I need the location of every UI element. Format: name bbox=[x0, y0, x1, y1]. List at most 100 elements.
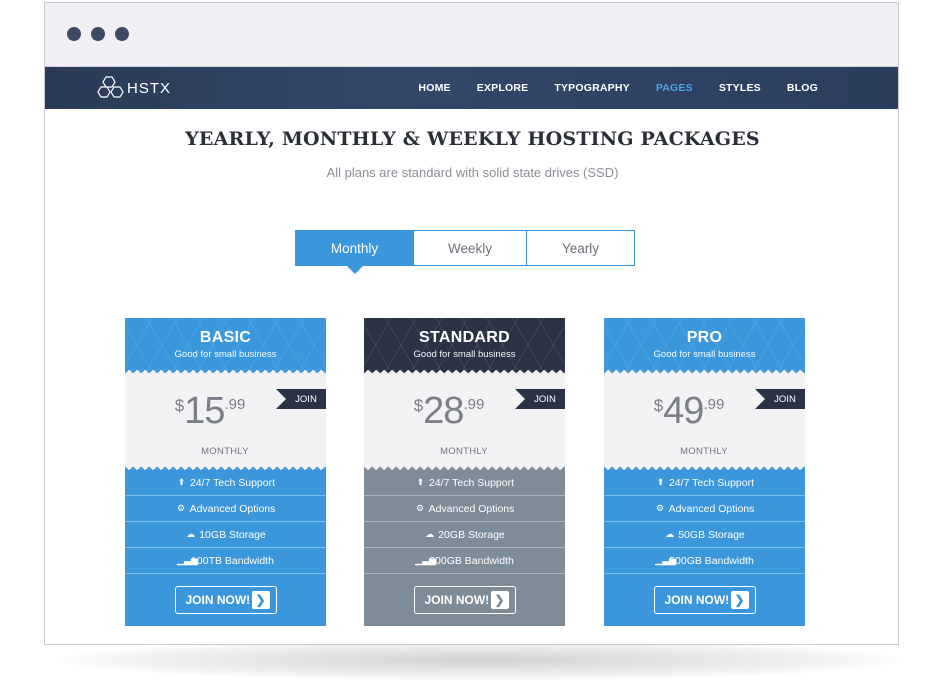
plan-feature: ⬆ 24/7 Tech Support bbox=[604, 470, 805, 496]
plan-footer: JOIN NOW! ❯ bbox=[125, 574, 326, 626]
plan-price: $15.99 bbox=[125, 390, 295, 433]
feature-label: 200GB Bandwidth bbox=[429, 554, 514, 567]
nav-item-explore[interactable]: EXPLORE bbox=[477, 82, 529, 94]
plan-tagline: Good for small business bbox=[653, 349, 756, 360]
tab-weekly[interactable]: Weekly bbox=[414, 230, 527, 266]
plan-feature: ☁ 50GB Storage bbox=[604, 522, 805, 548]
price-cents: .99 bbox=[463, 396, 485, 413]
join-now-button[interactable]: JOIN NOW! ❯ bbox=[653, 586, 756, 614]
nav-item-pages[interactable]: PAGES bbox=[656, 82, 693, 94]
page-subtitle: All plans are standard with solid state … bbox=[326, 165, 619, 180]
feature-label: 100TB Bandwidth bbox=[191, 554, 274, 567]
price-period: MONTHLY bbox=[201, 446, 249, 457]
cloud-icon: ☁ bbox=[665, 529, 675, 539]
nav-item-home[interactable]: HOME bbox=[418, 82, 450, 94]
window-dot-1[interactable] bbox=[67, 27, 81, 41]
chevron-right-icon: ❯ bbox=[490, 591, 509, 609]
window-dot-3[interactable] bbox=[115, 27, 129, 41]
cloud-icon: ☁ bbox=[186, 529, 196, 539]
chevron-right-icon: ❯ bbox=[251, 591, 270, 609]
feature-label: Advanced Options bbox=[668, 502, 755, 515]
plan-header: BASIC Good for small business bbox=[125, 318, 326, 370]
site-navbar: HSTX HOME EXPLORE TYPOGRAPHY PAGES STYLES BLO… bbox=[45, 67, 898, 109]
gears-icon: ⚙ bbox=[656, 503, 665, 513]
tab-yearly[interactable]: Yearly bbox=[527, 230, 635, 266]
join-now-label: JOIN NOW! bbox=[424, 593, 490, 607]
browser-shadow bbox=[60, 640, 900, 680]
feature-label: Advanced Options bbox=[189, 502, 276, 515]
plan-price-area: $49.99 MONTHLY JOIN bbox=[604, 376, 805, 464]
feature-label: 24/7 Tech Support bbox=[189, 476, 276, 489]
feature-label: 10GB Storage bbox=[199, 528, 266, 541]
chevron-right-icon: ❯ bbox=[730, 591, 749, 609]
logo-text: HSTX bbox=[127, 79, 172, 97]
join-ribbon-button[interactable]: JOIN bbox=[276, 389, 326, 409]
nav-item-typography[interactable]: TYPOGRAPHY bbox=[554, 82, 630, 94]
user-upload-icon: ⬆ bbox=[177, 477, 186, 487]
site-logo[interactable]: HSTX bbox=[97, 75, 171, 101]
plan-feature: ⚙ Advanced Options bbox=[604, 496, 805, 522]
price-amount: 28 bbox=[423, 390, 464, 432]
price-period: MONTHLY bbox=[440, 446, 488, 457]
plan-feature: ⬆ 24/7 Tech Support bbox=[125, 470, 326, 496]
page-title: YEARLY, MONTHLY & WEEKLY HOSTING PACKAGE… bbox=[185, 128, 760, 150]
plan-tagline: Good for small business bbox=[174, 349, 277, 360]
plan-feature: ☁ 10GB Storage bbox=[125, 522, 326, 548]
feature-label: 500GB Bandwidth bbox=[669, 554, 754, 567]
plan-feature: ⚙ Advanced Options bbox=[125, 496, 326, 522]
join-now-button[interactable]: JOIN NOW! ❯ bbox=[174, 586, 277, 614]
browser-chrome bbox=[45, 3, 898, 67]
price-amount: 15 bbox=[184, 390, 225, 432]
join-ribbon-button[interactable]: JOIN bbox=[515, 389, 565, 409]
plan-tagline: Good for small business bbox=[413, 349, 516, 360]
join-now-label: JOIN NOW! bbox=[185, 593, 251, 607]
price-currency: $ bbox=[653, 396, 664, 415]
plan-card-standard: STANDARD Good for small business $28.99 MON… bbox=[364, 318, 565, 626]
plan-name: BASIC bbox=[199, 329, 252, 346]
billing-period-tabs: Monthly Weekly Yearly bbox=[295, 230, 635, 274]
plan-footer: JOIN NOW! ❯ bbox=[604, 574, 805, 626]
main-menu: HOME EXPLORE TYPOGRAPHY PAGES STYLES BLOG bbox=[392, 67, 818, 109]
plan-feature: ⚙ Advanced Options bbox=[364, 496, 565, 522]
price-currency: $ bbox=[413, 396, 424, 415]
join-now-button[interactable]: JOIN NOW! ❯ bbox=[413, 586, 516, 614]
gears-icon: ⚙ bbox=[416, 503, 425, 513]
plan-header: PRO Good for small business bbox=[604, 318, 805, 370]
browser-window: HSTX HOME EXPLORE TYPOGRAPHY PAGES STYLES BLO… bbox=[44, 2, 899, 645]
plan-features: ⬆ 24/7 Tech Support ⚙ Advanced Options ☁ 50GB… bbox=[604, 470, 805, 574]
join-ribbon-button[interactable]: JOIN bbox=[755, 389, 805, 409]
tab-monthly[interactable]: Monthly bbox=[295, 230, 414, 274]
plan-price-area: $15.99 MONTHLY JOIN bbox=[125, 376, 326, 464]
price-amount: 49 bbox=[663, 390, 704, 432]
plan-features: ⬆ 24/7 Tech Support ⚙ Advanced Options ☁ 10GB… bbox=[125, 470, 326, 574]
price-period: MONTHLY bbox=[680, 446, 728, 457]
plan-card-basic: BASIC Good for small business $15.99 MONTHL… bbox=[125, 318, 326, 626]
window-dot-2[interactable] bbox=[91, 27, 105, 41]
feature-label: 20GB Storage bbox=[438, 528, 505, 541]
nav-item-blog[interactable]: BLOG bbox=[787, 82, 818, 94]
plan-name: PRO bbox=[686, 329, 723, 346]
plan-card-pro: PRO Good for small business $49.99 MONTHLY J… bbox=[604, 318, 805, 626]
plan-feature: ▁▃▅ 100TB Bandwidth bbox=[125, 548, 326, 574]
plan-features: ⬆ 24/7 Tech Support ⚙ Advanced Options ☁ 20GB… bbox=[364, 470, 565, 574]
plan-price: $49.99 bbox=[604, 390, 774, 433]
plan-price: $28.99 bbox=[364, 390, 534, 433]
plan-feature: ☁ 20GB Storage bbox=[364, 522, 565, 548]
price-cents: .99 bbox=[224, 396, 246, 413]
gears-icon: ⚙ bbox=[177, 503, 186, 513]
feature-label: Advanced Options bbox=[428, 502, 515, 515]
price-cents: .99 bbox=[703, 396, 725, 413]
hexagon-logo-icon bbox=[97, 75, 125, 101]
feature-label: 24/7 Tech Support bbox=[668, 476, 755, 489]
signal-bars-icon: ▁▃▅ bbox=[415, 555, 436, 565]
plan-footer: JOIN NOW! ❯ bbox=[364, 574, 565, 626]
plan-feature: ▁▃▅ 500GB Bandwidth bbox=[604, 548, 805, 574]
plan-feature: ⬆ 24/7 Tech Support bbox=[364, 470, 565, 496]
signal-bars-icon: ▁▃▅ bbox=[177, 555, 198, 565]
feature-label: 24/7 Tech Support bbox=[428, 476, 515, 489]
feature-label: 50GB Storage bbox=[678, 528, 745, 541]
user-upload-icon: ⬆ bbox=[416, 477, 425, 487]
user-upload-icon: ⬆ bbox=[656, 477, 665, 487]
nav-item-styles[interactable]: STYLES bbox=[719, 82, 761, 94]
price-currency: $ bbox=[174, 396, 185, 415]
